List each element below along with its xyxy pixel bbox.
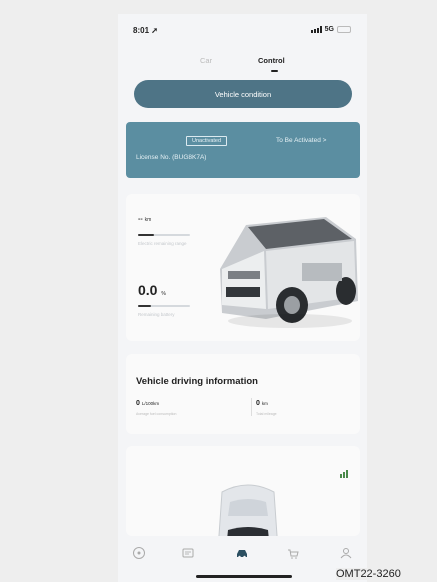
status-bar: 8:01 ➚ 5G [118,14,367,54]
network-label: 5G [324,26,334,33]
fuel-consumption-label: Average fuel consumption [136,412,177,416]
divider [251,398,252,416]
battery-bar [138,305,190,307]
phone-screen: 8:01 ➚ 5G Car Control Vehicle condition … [118,14,367,582]
battery-bar-fill [138,305,151,307]
top-tabs: Car Control [118,54,367,78]
location-arrow-icon: ➚ [151,26,158,35]
message-icon[interactable] [181,546,195,560]
signal-icon [310,26,322,33]
car-icon[interactable] [235,546,249,560]
discover-icon[interactable] [132,546,146,560]
driving-info-card[interactable]: Vehicle driving information 0 L/100km Ave… [126,354,360,434]
vehicle-image [220,217,358,328]
vehicle-top-view-card [126,446,360,536]
battery-value: 0.0 % [138,282,166,298]
mileage-label: Total mileage [256,412,277,416]
vehicle-top-image [218,484,278,536]
tab-active-indicator [271,70,278,72]
range-value: -- km [138,216,152,223]
battery-label: Remaining battery [138,312,175,317]
figure-caption: OMT22-3260 [336,568,401,580]
home-indicator [196,575,292,578]
battery-icon [337,26,351,33]
tab-control[interactable]: Control [258,56,285,65]
mileage-value: 0 km [256,400,268,407]
range-label: Electric remaining range [138,241,187,246]
fuel-consumption-value: 0 L/100km [136,400,160,407]
to-be-activated-link[interactable]: To Be Activated > [276,137,326,144]
vehicle-status-card: -- km Electric remaining range 0.0 % Rema… [126,194,360,341]
tab-car[interactable]: Car [200,56,212,65]
status-indicators: 5G [310,26,351,33]
signal-strength-icon [340,470,348,478]
vehicle-condition-button[interactable]: Vehicle condition [134,80,352,108]
shop-icon[interactable] [286,546,300,560]
range-bar [138,234,190,236]
range-bar-fill [138,234,154,236]
license-number: License No. (BUG8K7A) [136,154,207,161]
license-card[interactable]: Unactivated To Be Activated > License No… [126,122,360,178]
profile-icon[interactable] [339,546,353,560]
status-time: 8:01 ➚ [133,26,158,35]
unactivated-tag: Unactivated [186,136,228,146]
driving-info-title: Vehicle driving information [136,376,258,387]
